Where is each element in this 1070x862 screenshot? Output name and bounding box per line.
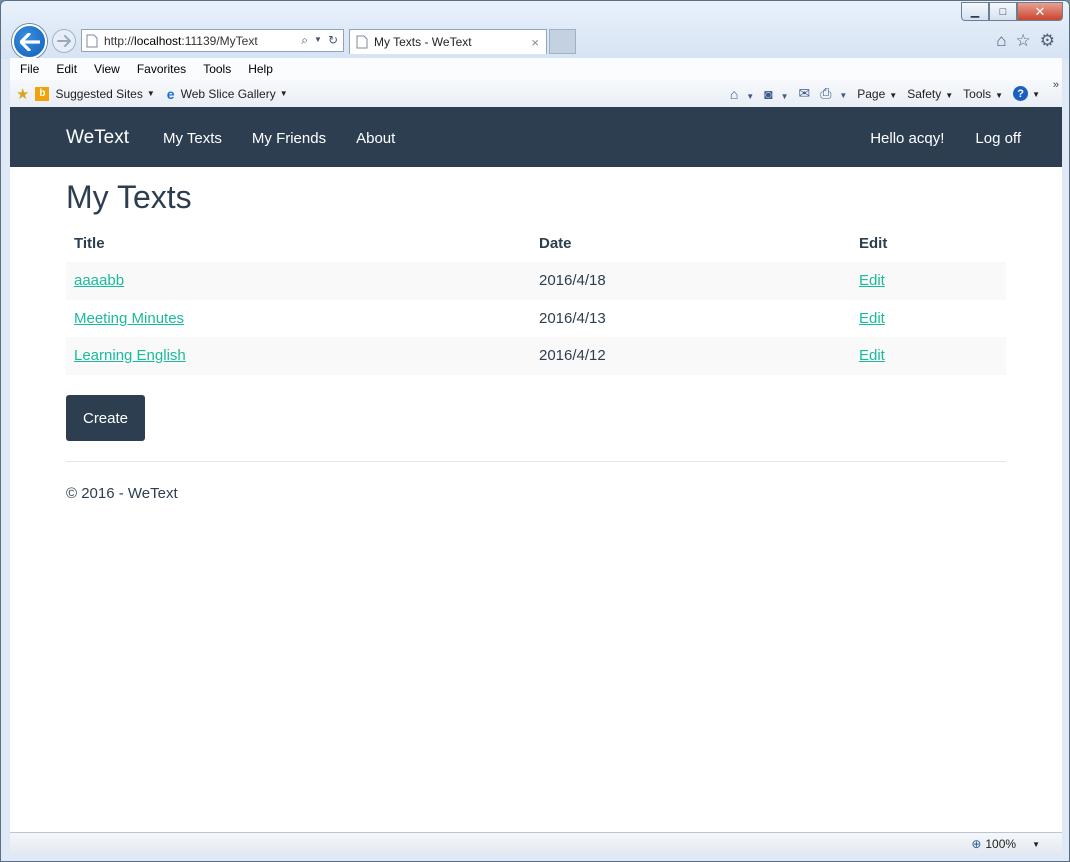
footer-copyright: © 2016 - WeText bbox=[66, 485, 178, 502]
page-menu[interactable]: Page ▼ bbox=[857, 87, 897, 101]
blurred-background-titles bbox=[41, 9, 911, 25]
browser-toolbar-icons: ⌂ ☆ ⚙ bbox=[996, 31, 1055, 51]
table-row: Meeting Minutes 2016/4/13 Edit bbox=[66, 300, 1006, 338]
search-icon[interactable]: ⌕ bbox=[301, 33, 308, 48]
table-row: aaaabb 2016/4/18 Edit bbox=[66, 262, 1006, 300]
chevron-more-icon[interactable]: » bbox=[1053, 79, 1059, 91]
page-title: My Texts bbox=[66, 179, 192, 215]
tab-title: My Texts - WeText bbox=[374, 35, 472, 49]
address-bar[interactable]: http://localhost:11139/MyText ⌕ ▼ ↻ bbox=[81, 29, 344, 52]
forward-arrow-icon bbox=[57, 35, 71, 47]
ie-icon: e bbox=[166, 85, 175, 102]
menu-help[interactable]: Help bbox=[248, 62, 273, 76]
table-row: Learning English 2016/4/12 Edit bbox=[66, 337, 1006, 375]
header-date: Date bbox=[539, 235, 572, 252]
nav-my-friends[interactable]: My Friends bbox=[252, 130, 326, 147]
back-button[interactable] bbox=[12, 24, 47, 59]
browser-window: ▁ □ ✕ http://localhost:11139/MyText ⌕ ▼ … bbox=[0, 0, 1070, 862]
mail-icon[interactable]: ✉ bbox=[798, 85, 810, 102]
safety-menu[interactable]: Safety ▼ bbox=[907, 87, 953, 101]
tab-close-icon[interactable]: × bbox=[531, 35, 539, 50]
page-icon bbox=[356, 35, 368, 49]
edit-link[interactable]: Edit bbox=[859, 310, 885, 327]
status-bar: ⊕ 100% ▼ bbox=[10, 832, 1062, 854]
menu-file[interactable]: File bbox=[20, 62, 39, 76]
favorites-star-icon[interactable]: ☆ bbox=[1016, 31, 1031, 51]
help-icon: ? bbox=[1013, 86, 1029, 102]
text-date: 2016/4/13 bbox=[539, 309, 606, 327]
dropdown-caret-icon: ▼ bbox=[1032, 839, 1040, 849]
bing-icon: b bbox=[35, 86, 50, 101]
page-icon bbox=[86, 34, 98, 47]
edit-link[interactable]: Edit bbox=[859, 272, 885, 289]
nav-my-texts[interactable]: My Texts bbox=[163, 130, 222, 147]
header-title: Title bbox=[74, 235, 105, 252]
menu-favorites[interactable]: Favorites bbox=[137, 62, 186, 76]
menu-tools[interactable]: Tools bbox=[203, 62, 231, 76]
new-tab-button[interactable] bbox=[549, 29, 576, 54]
text-title-link[interactable]: aaaabb bbox=[74, 272, 124, 289]
back-arrow-icon bbox=[19, 32, 40, 51]
nav-links: My Texts My Friends About bbox=[163, 130, 395, 147]
close-window-button[interactable]: ✕ bbox=[1017, 2, 1063, 21]
text-title-link[interactable]: Meeting Minutes bbox=[74, 310, 184, 327]
zoom-icon: ⊕ bbox=[971, 837, 982, 851]
title-bar: ▁ □ ✕ http://localhost:11139/MyText ⌕ ▼ … bbox=[1, 1, 1069, 59]
dropdown-caret-icon[interactable]: ▼ bbox=[314, 33, 322, 48]
gear-icon[interactable]: ⚙ bbox=[1040, 31, 1055, 51]
texts-table: Title Date Edit aaaabb 2016/4/18 Edit Me… bbox=[66, 225, 1006, 375]
text-date: 2016/4/18 bbox=[539, 272, 606, 290]
feeds-icon[interactable]: ◙ ▼ bbox=[764, 86, 788, 102]
logoff-link[interactable]: Log off bbox=[975, 130, 1021, 147]
refresh-icon[interactable]: ↻ bbox=[328, 33, 338, 48]
text-title-link[interactable]: Learning English bbox=[74, 347, 186, 364]
command-bar: ★ b Suggested Sites ▼ e Web Slice Galler… bbox=[10, 80, 1062, 107]
minimize-button[interactable]: ▁ bbox=[961, 2, 989, 21]
web-page: WeText My Texts My Friends About Hello a… bbox=[10, 107, 1062, 832]
print-icon[interactable]: ⎙ ▼ bbox=[820, 85, 847, 102]
dropdown-caret-icon: ▼ bbox=[279, 89, 288, 98]
forward-button[interactable] bbox=[52, 29, 76, 53]
window-controls: ▁ □ ✕ bbox=[961, 2, 1063, 21]
tools-menu[interactable]: Tools ▼ bbox=[963, 87, 1003, 101]
favorite-suggested-sites[interactable]: b Suggested Sites ▼ bbox=[35, 86, 155, 101]
address-url[interactable]: http://localhost:11139/MyText bbox=[104, 34, 258, 48]
user-greeting-link[interactable]: Hello acqy! bbox=[870, 130, 944, 147]
menu-bar: File Edit View Favorites Tools Help bbox=[10, 58, 1062, 80]
menu-view[interactable]: View bbox=[94, 62, 120, 76]
home-icon[interactable]: ⌂ bbox=[996, 31, 1006, 51]
menu-edit[interactable]: Edit bbox=[56, 62, 77, 76]
header-edit: Edit bbox=[859, 235, 888, 252]
footer-divider bbox=[66, 461, 1006, 462]
brand-link[interactable]: WeText bbox=[66, 127, 129, 149]
zoom-control[interactable]: ⊕ 100% ▼ bbox=[971, 837, 1040, 851]
help-menu[interactable]: ? ▼ bbox=[1013, 86, 1040, 102]
dropdown-caret-icon: ▼ bbox=[146, 89, 155, 98]
home-icon[interactable]: ⌂ ▼ bbox=[730, 86, 754, 102]
favorites-bar: ★ b Suggested Sites ▼ e Web Slice Galler… bbox=[16, 85, 300, 103]
user-nav: Hello acqy! Log off bbox=[870, 130, 1021, 147]
nav-about[interactable]: About bbox=[356, 130, 395, 147]
add-favorites-icon[interactable]: ★ bbox=[16, 85, 29, 103]
edit-link[interactable]: Edit bbox=[859, 347, 885, 364]
site-navbar: WeText My Texts My Friends About Hello a… bbox=[10, 107, 1062, 167]
command-bar-tools: ⌂ ▼ ◙ ▼ ✉ ⎙ ▼ Page ▼ Safety ▼ Tools ▼ ? ▼ bbox=[730, 85, 1062, 102]
create-button[interactable]: Create bbox=[66, 395, 145, 441]
text-date: 2016/4/12 bbox=[539, 347, 606, 365]
favorite-web-slice-gallery[interactable]: e Web Slice Gallery ▼ bbox=[167, 86, 288, 102]
tab-my-texts[interactable]: My Texts - WeText × bbox=[349, 29, 547, 54]
maximize-button[interactable]: □ bbox=[989, 2, 1017, 21]
zoom-level: 100% bbox=[985, 837, 1017, 851]
table-header-row: Title Date Edit bbox=[66, 225, 1006, 262]
